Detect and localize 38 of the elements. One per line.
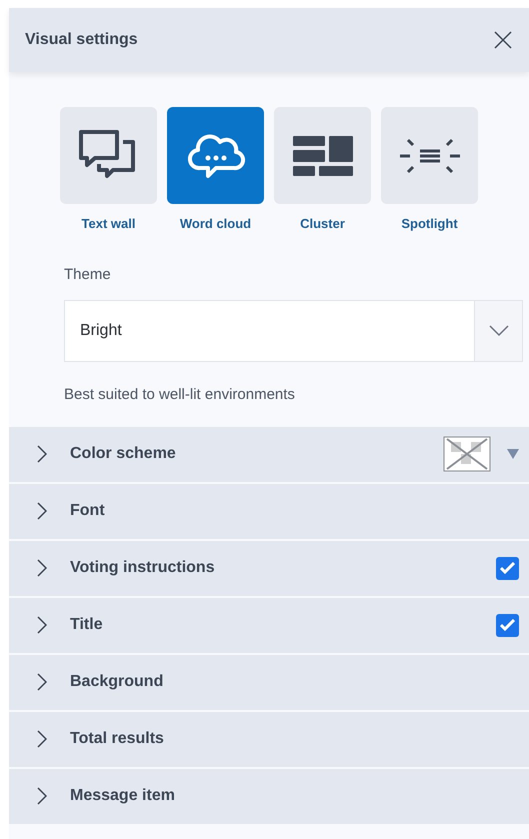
layout-option[interactable]: Cluster <box>274 107 371 234</box>
section-label: Total results <box>70 729 165 749</box>
settings-section[interactable]: Font <box>9 484 529 538</box>
settings-section[interactable]: Title <box>9 598 529 652</box>
chevron-right-icon <box>37 673 47 691</box>
chevron-right-icon <box>37 502 47 520</box>
empty-swatch-icon[interactable] <box>443 436 491 472</box>
settings-section[interactable]: Total results <box>9 712 529 766</box>
chevron-right-icon <box>37 787 47 805</box>
layout-option[interactable]: Text wall <box>60 107 157 234</box>
dropdown-arrow-icon[interactable] <box>507 449 519 459</box>
settings-section[interactable]: Message item <box>9 768 529 824</box>
section-label: Title <box>70 615 104 635</box>
theme-label: Theme <box>64 264 112 284</box>
close-icon <box>493 30 513 50</box>
section-checkbox[interactable] <box>496 614 519 636</box>
section-checkbox[interactable] <box>496 556 519 580</box>
chevron-right-icon <box>37 559 47 577</box>
settings-section[interactable]: Voting instructions <box>9 540 529 596</box>
section-label: Font <box>70 501 106 521</box>
check-icon <box>500 619 515 631</box>
theme-select[interactable]: Bright <box>64 300 523 362</box>
chevron-right-icon <box>37 730 47 748</box>
chevron-down-icon <box>488 325 508 337</box>
theme-hint: Best suited to well-lit environments <box>64 385 296 405</box>
section-label: Background <box>70 672 164 692</box>
chevron-right-icon <box>37 445 47 463</box>
check-icon <box>500 562 515 574</box>
settings-section[interactable]: Color scheme <box>9 426 529 482</box>
blocks-icon <box>290 134 354 178</box>
panel-title: Visual settings <box>25 30 138 50</box>
settings-section[interactable]: Background <box>9 654 529 710</box>
section-label: Message item <box>70 786 176 806</box>
layout-option[interactable]: Spotlight <box>381 107 478 234</box>
section-label: Voting instructions <box>70 558 216 578</box>
layout-option[interactable]: Word cloud <box>167 107 264 234</box>
chevron-right-icon <box>37 616 47 634</box>
section-label: Color scheme <box>70 444 177 464</box>
